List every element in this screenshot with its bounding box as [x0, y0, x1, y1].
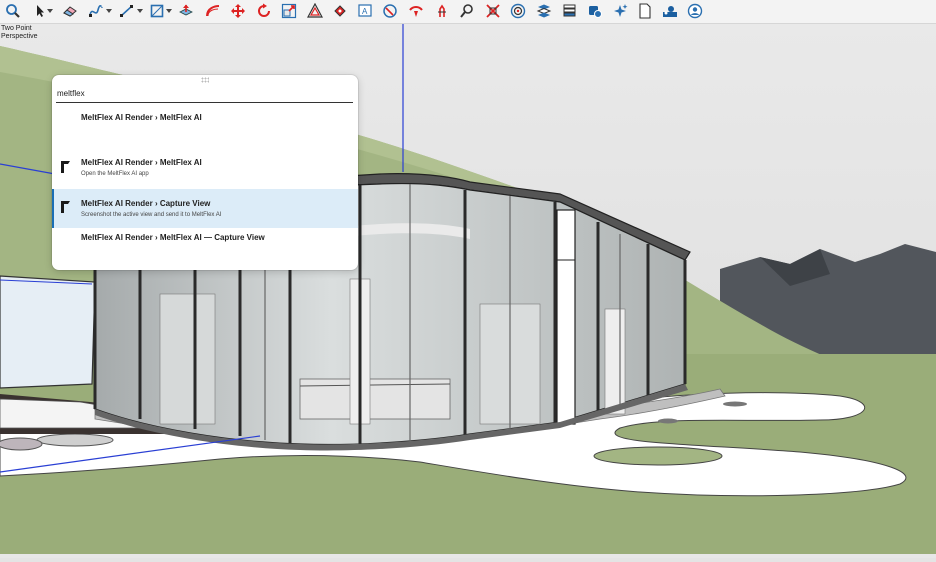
freehand-icon[interactable] [88, 2, 112, 20]
styles-icon[interactable] [562, 2, 578, 20]
result-title: MeltFlex AI Render › MeltFlex AI [81, 158, 202, 167]
status-bar [0, 558, 936, 562]
result-item[interactable]: MeltFlex AI Render › MeltFlex AI Open th… [52, 154, 358, 189]
result-title: MeltFlex AI Render › MeltFlex AI — Captu… [81, 233, 265, 242]
account-icon[interactable] [687, 2, 703, 20]
eraser-icon[interactable] [62, 2, 78, 20]
search-icon[interactable] [459, 2, 475, 20]
zoom-icon[interactable] [5, 2, 21, 20]
move-icon[interactable] [230, 2, 246, 20]
profile-icon[interactable] [662, 2, 678, 20]
entrance-door [556, 209, 576, 425]
pan-icon[interactable] [408, 2, 424, 20]
walk-icon[interactable] [434, 2, 450, 20]
camera-label-line1: Two Point [1, 25, 32, 32]
result-subtitle: Screenshot the active view and send it t… [81, 212, 222, 218]
ai-sparkle-icon[interactable] [613, 2, 629, 20]
follow-me-icon[interactable] [205, 2, 221, 20]
push-pull-icon[interactable] [178, 2, 194, 20]
page-icon[interactable] [638, 2, 652, 20]
layers-icon[interactable] [536, 2, 552, 20]
result-item-selected[interactable]: MeltFlex AI Render › Capture View Screen… [52, 189, 358, 228]
rectangle-icon[interactable] [150, 2, 172, 20]
main-toolbar: A [0, 0, 936, 24]
select-icon[interactable] [35, 2, 53, 20]
result-title: MeltFlex AI Render › MeltFlex AI [81, 113, 202, 122]
meltflex-logo-icon [60, 200, 72, 214]
svg-text:A: A [362, 7, 368, 16]
meltflex-logo-icon [60, 160, 72, 174]
paint-bucket-icon[interactable] [332, 2, 348, 20]
line-icon[interactable] [119, 2, 143, 20]
scale-icon[interactable] [281, 2, 297, 20]
zoom-extents-icon[interactable] [485, 2, 501, 20]
search-input[interactable] [56, 85, 353, 103]
camera-label-line2: Perspective [1, 33, 38, 40]
result-subtitle: Open the MeltFlex AI app [81, 171, 149, 177]
camera-label: Two Point Perspective [1, 25, 38, 41]
text-icon[interactable]: A [357, 2, 373, 20]
result-item[interactable]: MeltFlex AI Render › MeltFlex AI [52, 106, 358, 146]
offset-icon[interactable] [307, 2, 323, 20]
command-search-palette: MeltFlex AI Render › MeltFlex AI MeltFle… [52, 75, 358, 270]
result-item[interactable]: MeltFlex AI Render › MeltFlex AI — Captu… [52, 230, 358, 248]
drag-handle[interactable] [201, 77, 209, 83]
target-icon[interactable] [510, 2, 526, 20]
orbit-icon[interactable] [382, 2, 398, 20]
rotate-icon[interactable] [256, 2, 272, 20]
result-title: MeltFlex AI Render › Capture View [81, 199, 211, 208]
components-icon[interactable] [587, 2, 603, 20]
